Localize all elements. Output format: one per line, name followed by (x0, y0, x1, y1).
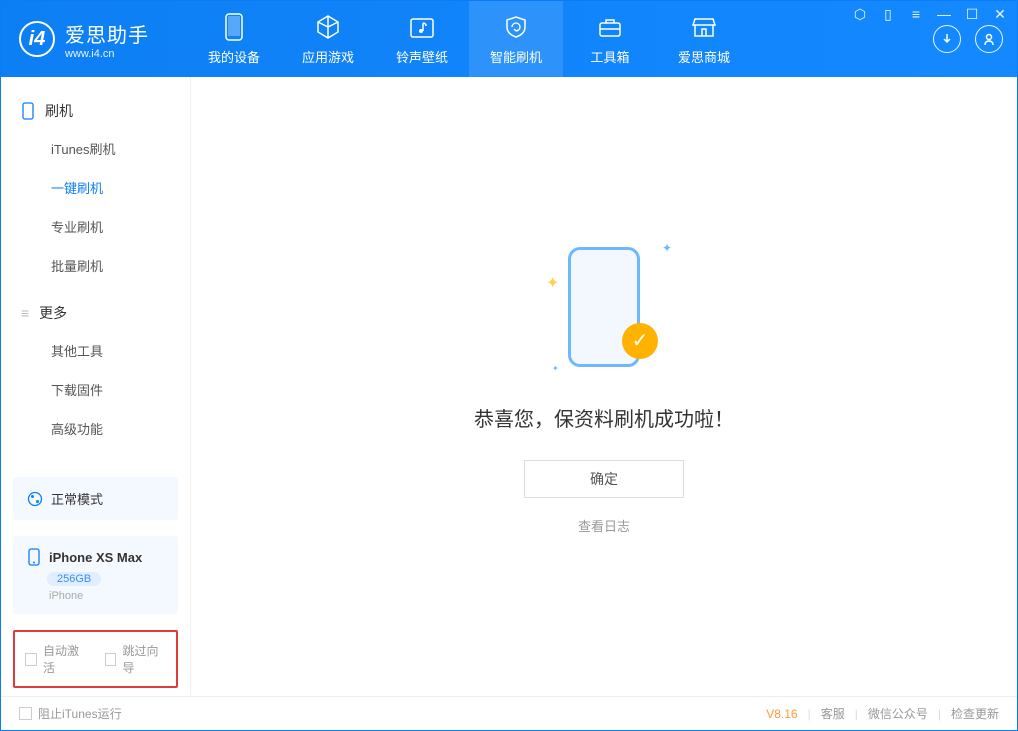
mode-panel: 正常模式 (13, 477, 178, 520)
footer-link-wechat[interactable]: 微信公众号 (868, 705, 928, 722)
checkbox-icon[interactable] (25, 653, 37, 666)
mode-icon (27, 491, 43, 507)
sidebar-group-flash: 刷机 iTunes刷机 一键刷机 专业刷机 批量刷机 (1, 93, 190, 285)
device-name: iPhone XS Max (49, 550, 142, 565)
sidebar-item-oneclick-flash[interactable]: 一键刷机 (1, 168, 190, 207)
menu-lines-icon: ≡ (21, 305, 29, 321)
app-logo-icon: i4 (19, 21, 55, 57)
nav-tab-label: 智能刷机 (490, 47, 542, 66)
maximize-button[interactable]: ☐ (964, 6, 980, 23)
account-button[interactable] (975, 25, 1003, 53)
nav-tab-label: 我的设备 (208, 47, 260, 66)
sidebar-item-batch-flash[interactable]: 批量刷机 (1, 246, 190, 285)
shirt-icon[interactable]: ⬡ (852, 6, 868, 23)
footer-link-support[interactable]: 客服 (821, 705, 845, 722)
sidebar-item-pro-flash[interactable]: 专业刷机 (1, 207, 190, 246)
check-badge-icon: ✓ (622, 323, 658, 359)
nav-tab-apps[interactable]: 应用游戏 (281, 1, 375, 77)
device-outline-icon (21, 102, 35, 120)
mode-label: 正常模式 (51, 489, 103, 508)
window-controls: ⬡ ▯ ≡ — ☐ ✕ (852, 6, 1008, 23)
refresh-shield-icon (502, 13, 530, 41)
main-content: ✦ ✦ ✦ ✓ 恭喜您，保资料刷机成功啦！ 确定 查看日志 (191, 77, 1017, 696)
sidebar-group-title: ≡ 更多 (1, 295, 190, 331)
logo-area: i4 爱思助手 www.i4.cn (1, 19, 167, 60)
music-folder-icon (408, 13, 436, 41)
nav-tab-my-device[interactable]: 我的设备 (187, 1, 281, 77)
option-skip-guide[interactable]: 跳过向导 (105, 642, 167, 676)
sparkle-icon: ✦ (662, 241, 672, 255)
footer-link-update[interactable]: 检查更新 (951, 705, 999, 722)
checkbox-icon[interactable] (19, 707, 32, 720)
footer: 阻止iTunes运行 V8.16 | 客服 | 微信公众号 | 检查更新 (1, 696, 1017, 730)
app-title: 爱思助手 (65, 19, 149, 48)
nav-tab-flash[interactable]: 智能刷机 (469, 1, 563, 77)
sidebar: 刷机 iTunes刷机 一键刷机 专业刷机 批量刷机 ≡ 更多 其他工具 下载固… (1, 77, 191, 696)
nav-tab-label: 铃声壁纸 (396, 47, 448, 66)
title-right-buttons (933, 25, 1017, 53)
minimize-button[interactable]: — (936, 6, 952, 23)
nav-tab-label: 应用游戏 (302, 47, 354, 66)
sidebar-item-other-tools[interactable]: 其他工具 (1, 331, 190, 370)
body-area: 刷机 iTunes刷机 一键刷机 专业刷机 批量刷机 ≡ 更多 其他工具 下载固… (1, 77, 1017, 696)
nav-tabs: 我的设备 应用游戏 铃声壁纸 智能刷机 工具箱 (187, 1, 751, 77)
toolbox-icon (596, 13, 624, 41)
sparkle-icon: ✦ (552, 364, 559, 373)
close-button[interactable]: ✕ (992, 6, 1008, 23)
nav-tab-label: 爱思商城 (678, 47, 730, 66)
nav-tab-ringtones[interactable]: 铃声壁纸 (375, 1, 469, 77)
success-illustration: ✦ ✦ ✦ ✓ (544, 239, 664, 379)
checkbox-icon[interactable] (105, 653, 117, 666)
view-log-link[interactable]: 查看日志 (578, 516, 630, 535)
success-title: 恭喜您，保资料刷机成功啦！ (474, 403, 734, 432)
options-box: 自动激活 跳过向导 (13, 630, 178, 688)
download-button[interactable] (933, 25, 961, 53)
sparkle-icon: ✦ (546, 273, 559, 293)
nav-tab-label: 工具箱 (590, 47, 629, 66)
nav-tab-store[interactable]: 爱思商城 (657, 1, 751, 77)
cube-icon (314, 13, 342, 41)
store-icon (690, 13, 718, 41)
sidebar-item-download-firmware[interactable]: 下载固件 (1, 370, 190, 409)
device-panel[interactable]: iPhone XS Max 256GB iPhone (13, 536, 178, 614)
app-subtitle: www.i4.cn (65, 48, 149, 60)
sidebar-group-more: ≡ 更多 其他工具 下载固件 高级功能 (1, 295, 190, 448)
option-auto-activate[interactable]: 自动激活 (25, 642, 87, 676)
phone-small-icon (27, 548, 41, 566)
device-capacity: 256GB (47, 572, 101, 586)
phone-icon (220, 13, 248, 41)
device-type: iPhone (49, 590, 164, 602)
menu-icon[interactable]: ≡ (908, 6, 924, 23)
version-label: V8.16 (766, 707, 797, 721)
ok-button[interactable]: 确定 (524, 460, 684, 498)
sidebar-item-advanced[interactable]: 高级功能 (1, 409, 190, 448)
sidebar-group-title: 刷机 (1, 93, 190, 129)
sidebar-item-itunes-flash[interactable]: iTunes刷机 (1, 129, 190, 168)
nav-tab-toolbox[interactable]: 工具箱 (563, 1, 657, 77)
footer-block-itunes[interactable]: 阻止iTunes运行 (19, 705, 122, 722)
lock-icon[interactable]: ▯ (880, 6, 896, 23)
